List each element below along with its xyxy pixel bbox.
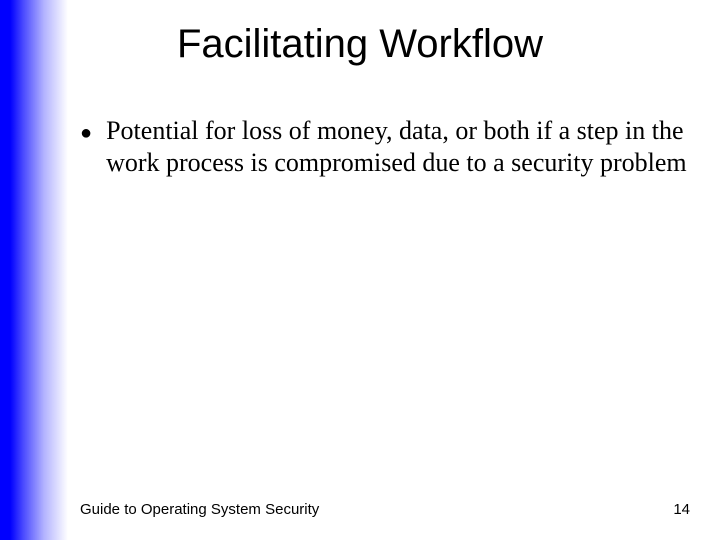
slide: Facilitating Workflow ● Potential for lo… [0, 0, 720, 540]
slide-title: Facilitating Workflow [0, 22, 720, 67]
footer-source: Guide to Operating System Security [80, 501, 319, 518]
slide-body: ● Potential for loss of money, data, or … [80, 115, 690, 178]
bullet-text: Potential for loss of money, data, or bo… [106, 115, 690, 178]
bullet-icon: ● [80, 117, 92, 149]
left-gradient-bar [0, 0, 68, 540]
bullet-item: ● Potential for loss of money, data, or … [80, 115, 690, 178]
page-number: 14 [673, 501, 690, 518]
